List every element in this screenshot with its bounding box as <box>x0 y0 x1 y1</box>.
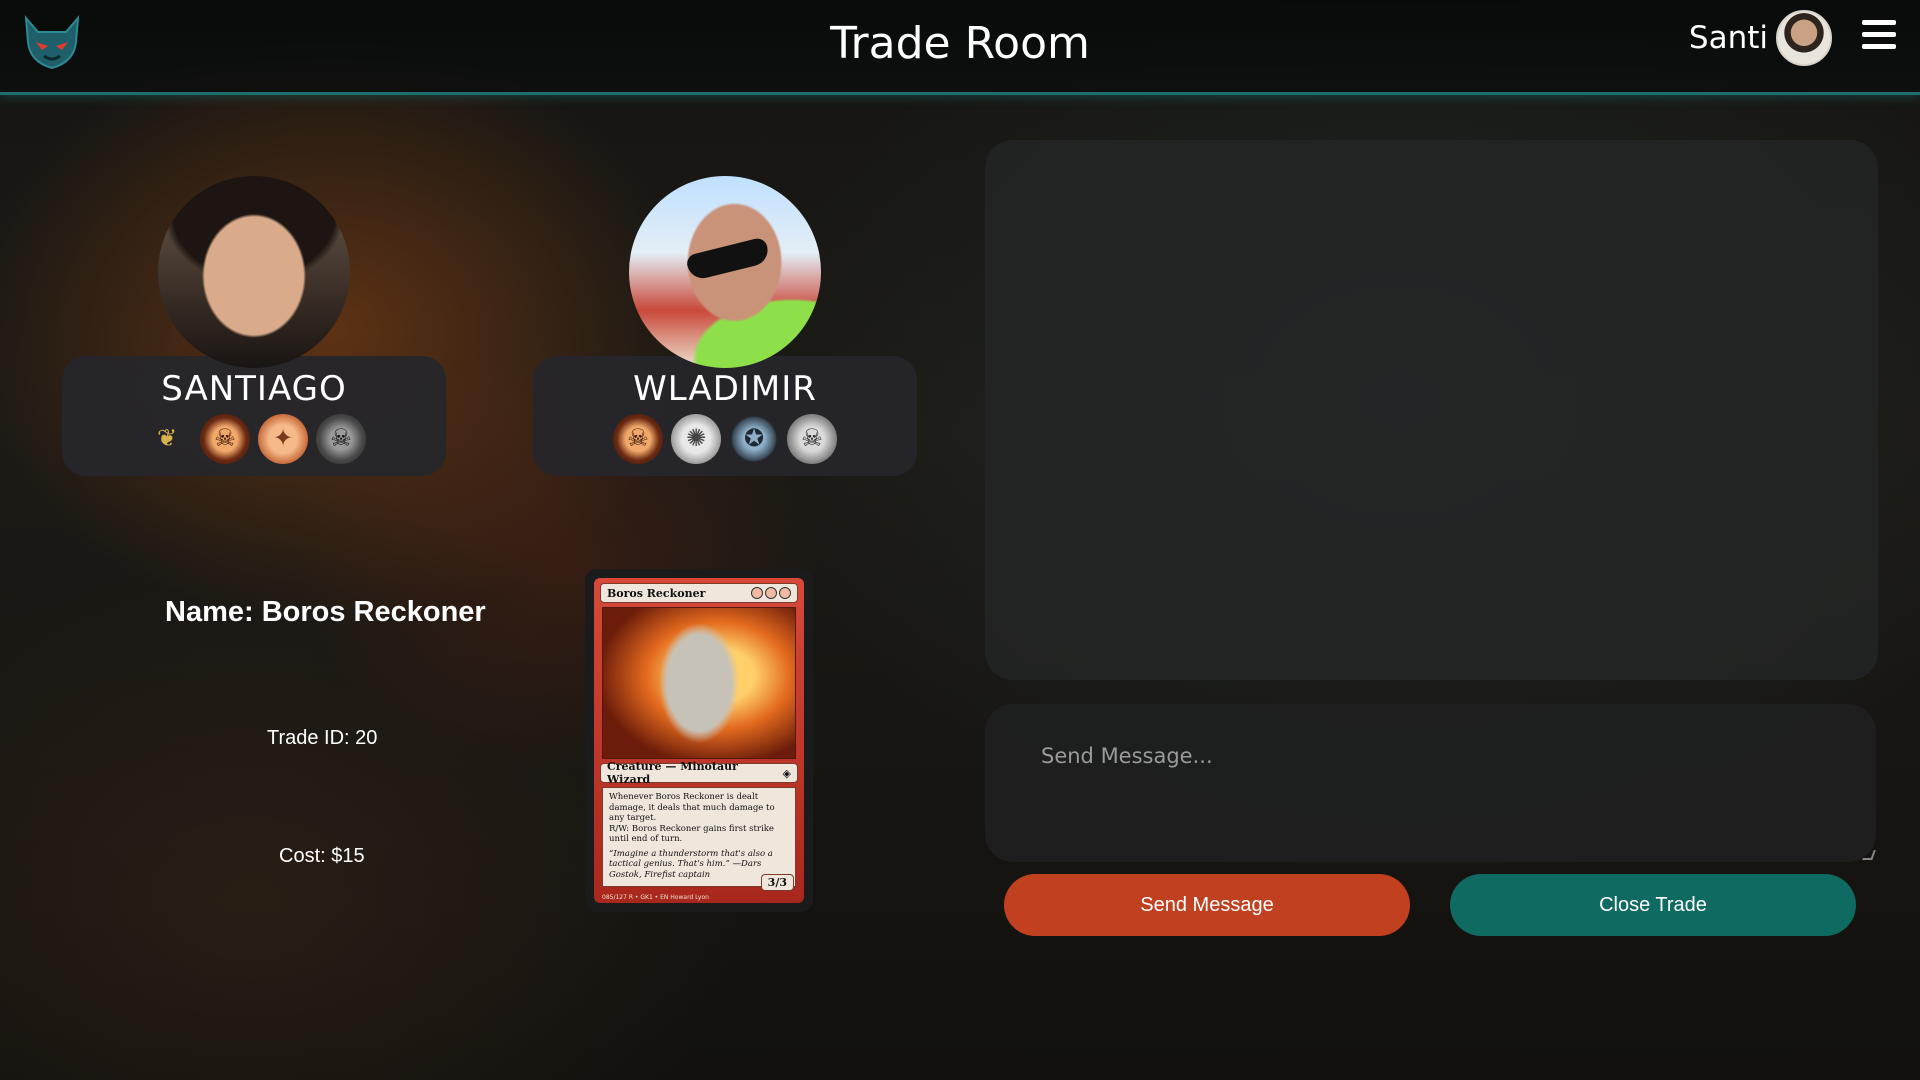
badge-list: ☠ ✺ ✪ ☠ <box>533 414 917 464</box>
demon-badge-icon: ☠ <box>200 414 250 464</box>
eagle-badge-icon: ❦ <box>156 425 178 452</box>
card-title: Boros Reckoner <box>607 586 706 600</box>
top-bar: Trade Room Santi <box>0 0 1920 95</box>
card-art <box>602 607 796 759</box>
card-rules-text: Whenever Boros Reckoner is dealt damage,… <box>609 792 775 823</box>
card-power-toughness: 3/3 <box>760 874 794 891</box>
card-title-bar: Boros Reckoner <box>600 583 798 603</box>
card-text-box: Whenever Boros Reckoner is dealt damage,… <box>602 787 796 887</box>
message-input[interactable] <box>985 704 1876 862</box>
card-frame: Boros Reckoner Creature — Minotaur Wizar… <box>594 578 804 903</box>
set-symbol-icon: ◈ <box>782 766 791 780</box>
card-type-line: Creature — Minotaur Wizard <box>607 760 738 786</box>
card-footer: 085/127 R • GK1 • EN Howard Lyon <box>602 894 709 901</box>
silver-skull-badge-icon: ☠ <box>787 414 837 464</box>
profile-card: SANTIAGO ❦ ☠ ✦ ☠ <box>62 356 446 476</box>
page-title: Trade Room <box>830 18 1090 69</box>
trader-profile-santiago: SANTIAGO ❦ ☠ ✦ ☠ <box>62 176 446 476</box>
cost-label: Cost: $15 <box>279 845 365 867</box>
badge-list: ❦ ☠ ✦ ☠ <box>62 414 446 464</box>
avatar <box>629 176 821 368</box>
bronze-coin-badge-icon: ✦ <box>258 414 308 464</box>
trade-id-label: Trade ID: 20 <box>267 727 378 749</box>
user-profile-link[interactable]: Santi <box>1689 10 1832 66</box>
sunglasses <box>685 236 771 282</box>
avatar <box>158 176 350 368</box>
hamburger-menu-icon[interactable] <box>1862 20 1896 52</box>
resize-handle-icon[interactable] <box>1862 850 1876 860</box>
user-avatar[interactable] <box>1776 10 1832 66</box>
mana-cost-icon <box>751 587 791 599</box>
card-name-label: Name: Boros Reckoner <box>165 596 486 628</box>
close-trade-button[interactable]: Close Trade <box>1450 874 1856 936</box>
profile-card: WLADIMIR ☠ ✺ ✪ ☠ <box>533 356 917 476</box>
card-image[interactable]: Boros Reckoner Creature — Minotaur Wizar… <box>585 569 813 912</box>
silver-coin-badge-icon: ✺ <box>671 414 721 464</box>
card-type-bar: Creature — Minotaur Wizard ◈ <box>600 760 798 786</box>
trader-profile-wladimir: WLADIMIR ☠ ✺ ✪ ☠ <box>533 176 917 476</box>
demon-badge-icon: ☠ <box>613 414 663 464</box>
medal-badge-icon: ✪ <box>729 414 779 464</box>
profile-name: SANTIAGO <box>161 369 347 409</box>
card-ability-text: R/W: Boros Reckoner gains first strike u… <box>609 823 774 845</box>
profile-name: WLADIMIR <box>633 369 817 409</box>
dark-skull-badge-icon: ☠ <box>316 414 366 464</box>
chat-messages-panel[interactable] <box>985 140 1878 680</box>
user-name: Santi <box>1688 20 1768 56</box>
send-message-button[interactable]: Send Message <box>1004 874 1410 936</box>
